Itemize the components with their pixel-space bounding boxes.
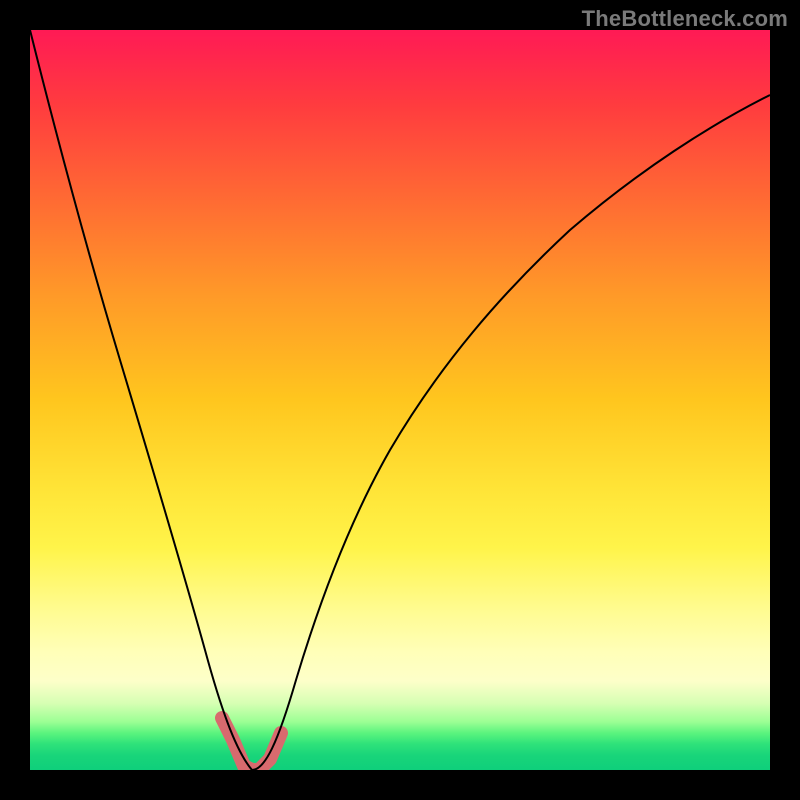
watermark-text: TheBottleneck.com <box>582 6 788 32</box>
bottleneck-curve <box>30 30 770 770</box>
optimal-range-highlight <box>222 718 281 770</box>
curve-svg <box>30 30 770 770</box>
chart-container: TheBottleneck.com <box>0 0 800 800</box>
plot-area <box>30 30 770 770</box>
